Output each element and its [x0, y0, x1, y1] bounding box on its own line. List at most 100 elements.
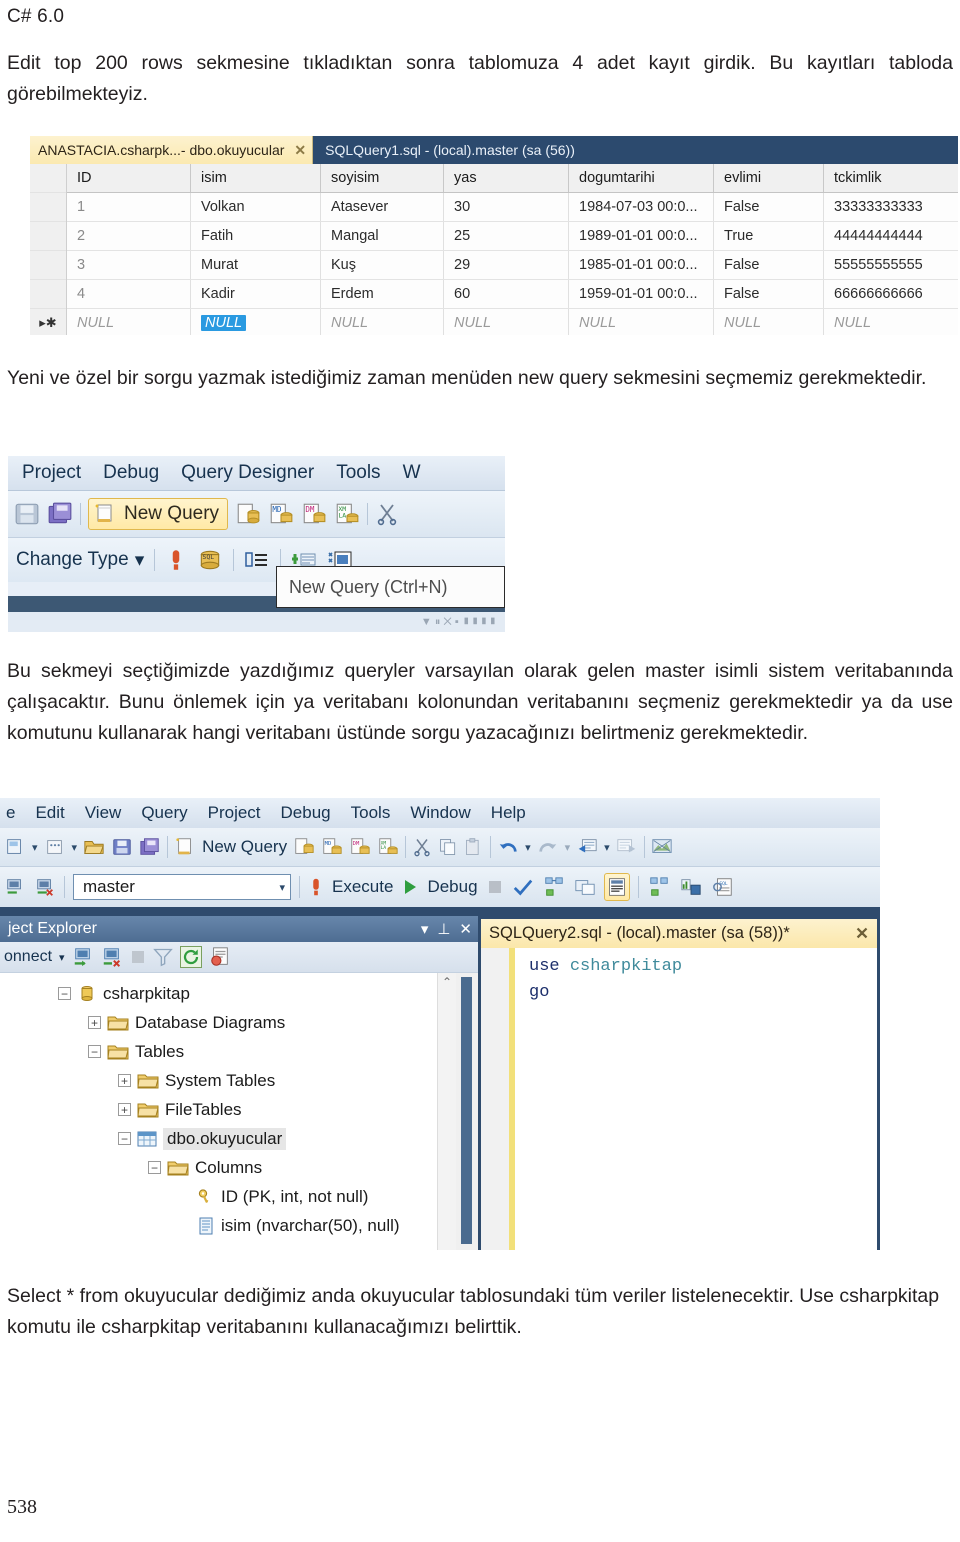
table-row[interactable]: 4 Kadir Erdem 60 1959-01-01 00:0... Fals… [67, 280, 958, 309]
close-icon[interactable]: ✕ [294, 142, 306, 159]
tree-node-dbo-okuyucular[interactable]: − dbo.okuyucular [0, 1124, 478, 1153]
new-database-engine-query-icon[interactable] [235, 501, 261, 527]
cell-isim[interactable]: Volkan [191, 193, 321, 221]
tree-node-column-isim[interactable]: isim (nvarchar(50), null) [0, 1211, 478, 1240]
navigate-backward-icon[interactable] [576, 836, 598, 858]
table-row[interactable]: 3 Murat Kuş 29 1985-01-01 00:0... False … [67, 251, 958, 280]
include-actual-plan-icon[interactable] [647, 876, 671, 898]
menu-item-edit[interactable]: Edit [35, 803, 64, 823]
query-options-icon[interactable] [574, 876, 596, 898]
collapse-icon[interactable]: − [148, 1161, 161, 1174]
gutter-row[interactable] [30, 280, 66, 309]
expand-icon[interactable]: + [118, 1074, 131, 1087]
database-selector[interactable]: master ▾ [73, 874, 291, 900]
chevron-down-icon[interactable]: ▾ [525, 841, 531, 854]
cell-tckimlik[interactable]: 44444444444 [824, 222, 958, 250]
save-icon[interactable] [111, 836, 133, 858]
cell-soyisim[interactable]: Erdem [321, 280, 444, 308]
new-project-icon[interactable] [4, 836, 26, 858]
cut-icon[interactable] [375, 502, 399, 526]
add-item-icon[interactable] [44, 836, 66, 858]
chevron-down-icon[interactable]: ▾ [59, 951, 65, 964]
gutter-row[interactable] [30, 251, 66, 280]
cell-evlimi-null[interactable]: NULL [714, 309, 824, 335]
cell-soyisim[interactable]: Kuş [321, 251, 444, 279]
column-header-id[interactable]: ID [67, 164, 191, 192]
column-header-isim[interactable]: isim [191, 164, 321, 192]
cell-dogumtarihi[interactable]: 1984-07-03 00:0... [569, 193, 714, 221]
cell-dogumtarihi[interactable]: 1989-01-01 00:0... [569, 222, 714, 250]
new-query-icon[interactable] [174, 836, 196, 858]
chevron-down-icon[interactable]: ▾ [279, 881, 285, 894]
tab-table-designer[interactable]: ANASTACIA.csharpk...- dbo.okuyucular ✕ [30, 136, 314, 164]
sqlcmd-mode-icon[interactable]: SQL [711, 876, 735, 898]
connect-button-label[interactable]: onnect [4, 948, 52, 966]
scroll-up-arrow-icon[interactable]: ⌃ [442, 975, 452, 1250]
new-xmla-query-icon[interactable]: XM LA [334, 501, 360, 527]
navigate-forward-icon[interactable] [616, 836, 638, 858]
cell-tckimlik[interactable]: 33333333333 [824, 193, 958, 221]
sql-database-icon[interactable]: SQL [197, 547, 223, 573]
paste-icon[interactable] [464, 836, 484, 858]
cell-tckimlik[interactable]: 66666666666 [824, 280, 958, 308]
cell-isim[interactable]: Kadir [191, 280, 321, 308]
menu-item-window[interactable]: W [403, 462, 421, 484]
cell-id-null[interactable]: NULL [67, 309, 191, 335]
collapse-icon[interactable]: − [118, 1132, 131, 1145]
new-mdx-query-icon[interactable]: MD [268, 501, 294, 527]
tab-sqlquery1[interactable]: SQLQuery1.sql - (local).master (sa (56)) [313, 136, 587, 164]
chevron-down-icon[interactable]: ▾ [32, 841, 38, 854]
tree-node-system-tables[interactable]: + System Tables [0, 1066, 478, 1095]
tree-scrollbar[interactable]: ⌃ [437, 973, 456, 1250]
cell-yas-null[interactable]: NULL [444, 309, 569, 335]
cell-id[interactable]: 4 [67, 280, 191, 308]
copy-icon[interactable] [438, 836, 458, 858]
connect-icon[interactable] [4, 876, 26, 898]
cell-soyisim-null[interactable]: NULL [321, 309, 444, 335]
cell-isim[interactable]: Fatih [191, 222, 321, 250]
change-type-button[interactable]: Change Type ▾ [16, 549, 144, 572]
save-icon[interactable] [14, 501, 40, 527]
menu-item-query[interactable]: Query [141, 803, 187, 823]
cell-id[interactable]: 3 [67, 251, 191, 279]
gutter-new-row-marker[interactable]: ▸✱ [30, 309, 66, 335]
cell-tckimlik[interactable]: 55555555555 [824, 251, 958, 279]
expand-icon[interactable]: + [88, 1016, 101, 1029]
disconnect-object-explorer-icon[interactable] [101, 946, 123, 968]
column-header-yas[interactable]: yas [444, 164, 569, 192]
cell-id[interactable]: 1 [67, 193, 191, 221]
cell-evlimi[interactable]: False [714, 251, 824, 279]
menu-item-window[interactable]: Window [410, 803, 470, 823]
chevron-down-icon[interactable]: ▾ [565, 841, 571, 854]
cell-dogumtarihi-null[interactable]: NULL [569, 309, 714, 335]
disconnect-icon[interactable] [34, 876, 56, 898]
selected-cell[interactable]: NULL [201, 315, 247, 331]
tab-sqlquery2[interactable]: SQLQuery2.sql - (local).master (sa (58))… [481, 919, 877, 948]
cell-isim-null[interactable]: NULL [191, 309, 321, 335]
chevron-down-icon[interactable]: ▾ [421, 920, 429, 938]
cell-dogumtarihi[interactable]: 1959-01-01 00:0... [569, 280, 714, 308]
filter-icon[interactable] [152, 947, 173, 967]
pin-icon[interactable]: ⊥ [437, 920, 450, 938]
cell-isim[interactable]: Murat [191, 251, 321, 279]
menu-item-view[interactable]: View [85, 803, 122, 823]
column-header-tckimlik[interactable]: tckimlik [824, 164, 958, 192]
display-estimated-plan-icon[interactable] [542, 876, 566, 898]
cell-evlimi[interactable]: False [714, 280, 824, 308]
tree-node-filetables[interactable]: + FileTables [0, 1095, 478, 1124]
tree-node-column-id[interactable]: ID (PK, int, not null) [0, 1182, 478, 1211]
save-all-icon[interactable] [139, 836, 161, 858]
menu-item-query-designer[interactable]: Query Designer [181, 462, 314, 484]
cell-tckimlik-null[interactable]: NULL [824, 309, 958, 335]
menu-item-file[interactable]: e [6, 803, 15, 823]
debug-button[interactable]: Debug [427, 877, 477, 897]
new-query-button[interactable]: New Query [202, 837, 287, 857]
new-dmx-query-icon[interactable]: DM [349, 836, 371, 858]
column-header-dogumtarihi[interactable]: dogumtarihi [569, 164, 714, 192]
new-dmx-query-icon[interactable]: DM [301, 501, 327, 527]
object-explorer-details-icon[interactable] [209, 946, 231, 968]
tree-node-database-diagrams[interactable]: + Database Diagrams [0, 1008, 478, 1037]
gutter-row[interactable] [30, 193, 66, 222]
results-to-text-icon[interactable] [603, 873, 630, 901]
cell-soyisim[interactable]: Atasever [321, 193, 444, 221]
